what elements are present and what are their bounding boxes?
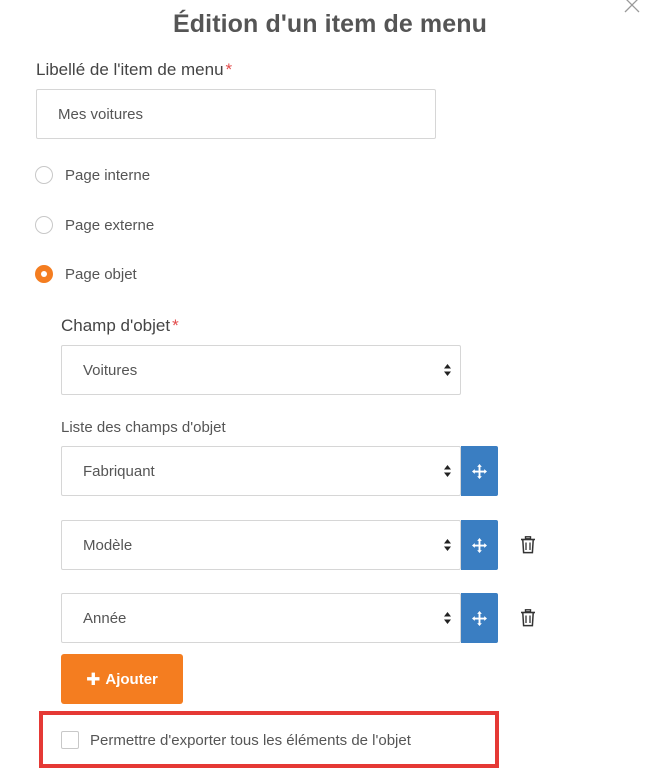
move-icon [472, 610, 487, 626]
select-arrows-icon [444, 539, 451, 551]
radio-button-checked[interactable] [35, 265, 53, 283]
radio-button[interactable] [35, 166, 53, 184]
export-all-option[interactable]: Permettre d'exporter tous les éléments d… [61, 731, 411, 749]
add-button-label: Ajouter [105, 670, 158, 688]
field-select-2[interactable]: Modèle [61, 520, 461, 570]
radio-button[interactable] [35, 216, 53, 234]
menu-item-edit-dialog: Édition d'un item de menu Libellé de l'i… [0, 0, 655, 774]
menu-item-label-heading: Libellé de l'item de menu * [36, 60, 232, 80]
move-handle-2[interactable] [461, 520, 498, 570]
field-list-label: Liste des champs d'objet [61, 419, 226, 436]
object-field-value: Voitures [83, 361, 138, 379]
required-mark: * [172, 316, 179, 335]
radio-label: Page objet [65, 265, 137, 283]
trash-icon [521, 536, 535, 554]
radio-label: Page externe [65, 216, 155, 234]
select-arrows-icon [444, 364, 451, 376]
object-field-label: Champ d'objet [61, 316, 171, 335]
export-all-checkbox[interactable] [61, 731, 79, 749]
delete-field-button-2[interactable] [520, 536, 536, 554]
radio-label: Page interne [65, 166, 151, 184]
select-arrows-icon [444, 465, 451, 477]
move-handle-3[interactable] [461, 593, 498, 643]
trash-icon [521, 609, 535, 627]
select-arrows-icon [444, 612, 451, 624]
field-select-1[interactable]: Fabriquant [61, 446, 461, 496]
radio-page-interne[interactable]: Page interne [35, 164, 150, 186]
field-select-3[interactable]: Année [61, 593, 461, 643]
move-icon [472, 463, 487, 479]
required-mark: * [225, 60, 233, 79]
export-all-label: Permettre d'exporter tous les éléments d… [90, 731, 411, 749]
menu-item-label-input[interactable] [36, 89, 436, 139]
object-field-heading: Champ d'objet * [61, 316, 179, 336]
object-field-select[interactable]: Voitures [61, 345, 461, 395]
dialog-title: Édition d'un item de menu [173, 10, 487, 38]
delete-field-button-3[interactable] [520, 609, 536, 627]
plus-icon: ✚ [86, 669, 101, 689]
radio-page-externe[interactable]: Page externe [35, 214, 154, 236]
add-field-button[interactable]: ✚ Ajouter [61, 654, 183, 704]
field-select-value: Fabriquant [83, 462, 155, 480]
move-handle-1[interactable] [461, 446, 498, 496]
field-select-value: Modèle [83, 536, 133, 554]
field-select-value: Année [83, 609, 127, 627]
move-icon [472, 537, 487, 553]
menu-item-label-text: Libellé de l'item de menu [36, 60, 224, 79]
radio-page-objet[interactable]: Page objet [35, 263, 137, 285]
